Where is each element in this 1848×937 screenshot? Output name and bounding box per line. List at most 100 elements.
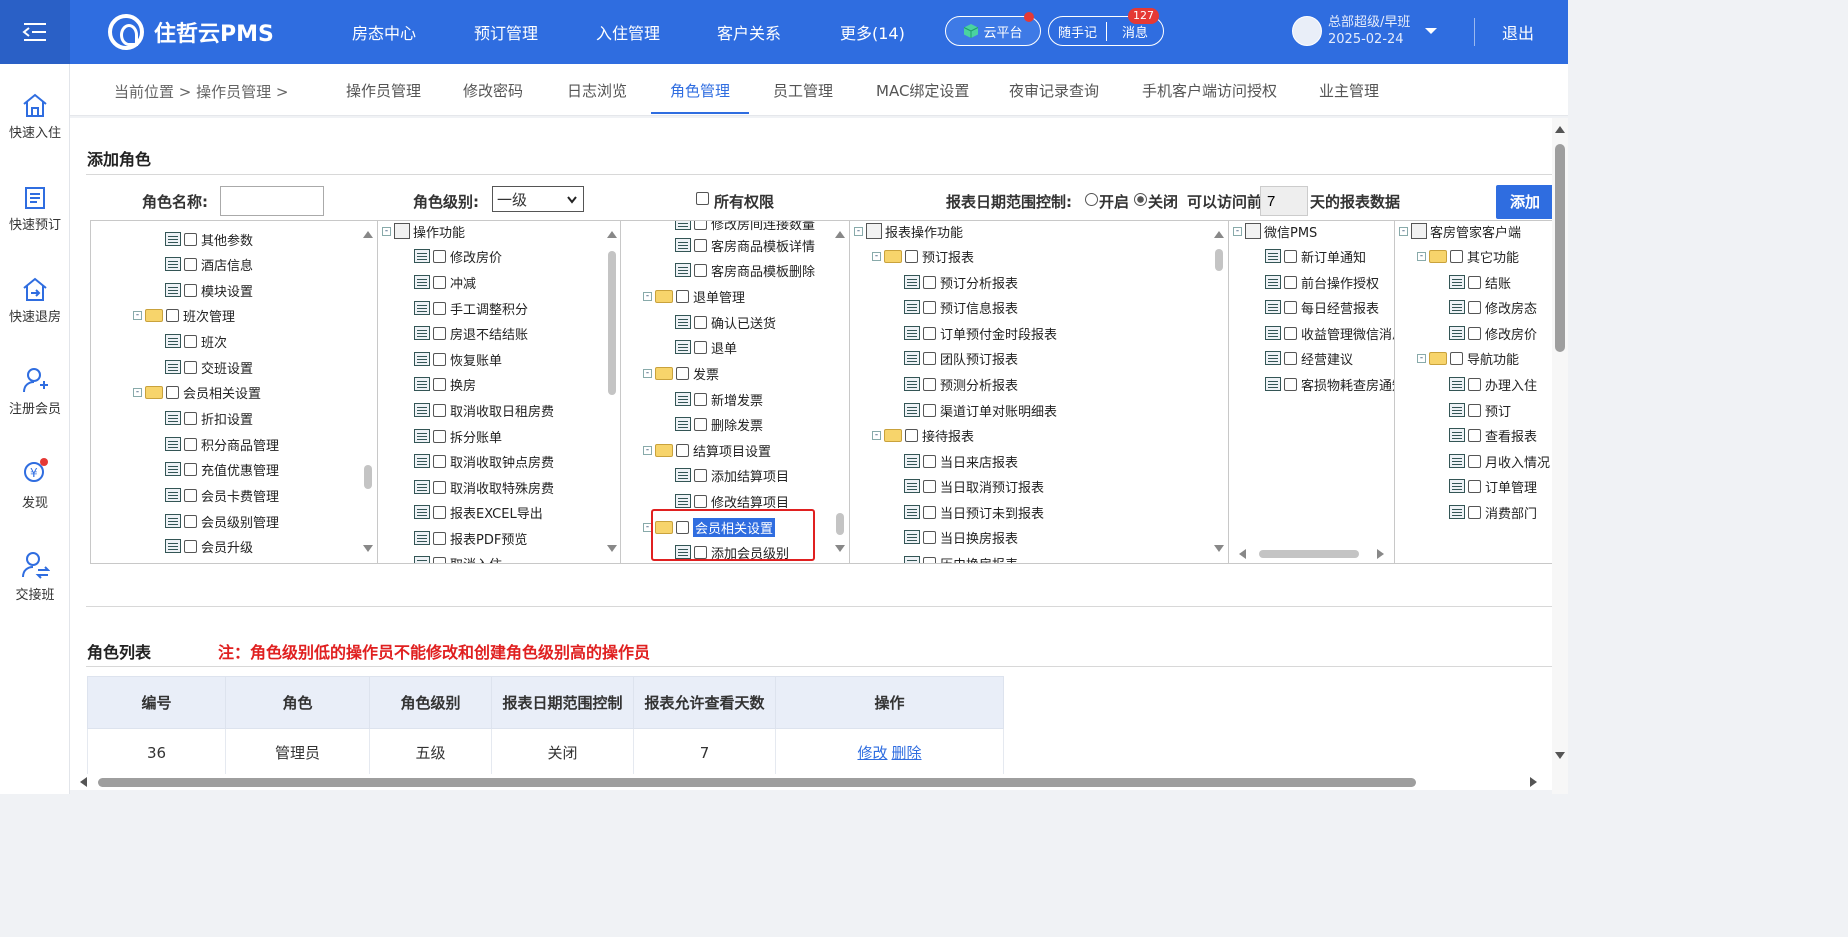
- tree-folder[interactable]: - 班次管理: [133, 305, 235, 325]
- nav-room-status[interactable]: 房态中心: [352, 0, 416, 64]
- tree-root[interactable]: - 报表操作功能: [854, 221, 963, 241]
- tree-node[interactable]: 团队预订报表: [904, 348, 1018, 368]
- tab-owner-mgmt[interactable]: 业主管理: [1319, 80, 1379, 101]
- tree-node[interactable]: 修改房态: [1449, 297, 1537, 317]
- tree-node[interactable]: 报表EXCEL导出: [414, 502, 543, 522]
- tree-node[interactable]: 历史换房报表: [904, 553, 1018, 563]
- tree-node[interactable]: 积分商品管理: [165, 434, 279, 454]
- message-button[interactable]: 消息: [1107, 22, 1163, 41]
- nav-more[interactable]: 更多(14): [840, 0, 905, 64]
- tree-scrollbar[interactable]: [361, 221, 375, 563]
- menu-toggle-icon[interactable]: [0, 0, 70, 64]
- tree-node[interactable]: 当日来店报表: [904, 451, 1018, 471]
- edit-link[interactable]: 修改: [857, 744, 887, 762]
- tree-folder[interactable]: - 会员相关设置: [133, 382, 261, 402]
- user-menu[interactable]: 总部超级/早班 2025-02-24: [1292, 14, 1438, 48]
- tree-node[interactable]: 酒店信息: [165, 254, 253, 274]
- tree-node[interactable]: 经营建议: [1265, 348, 1353, 368]
- tree-node[interactable]: 当日预订未到报表: [904, 502, 1044, 522]
- tree-folder[interactable]: - 接待报表: [872, 425, 974, 445]
- tree-node[interactable]: 办理入住: [1449, 374, 1537, 394]
- nav-customer[interactable]: 客户关系: [717, 0, 781, 64]
- tree-node[interactable]: 模块设置: [165, 280, 253, 300]
- tab-mac-binding[interactable]: MAC绑定设置: [876, 80, 969, 101]
- tree-node[interactable]: 收益管理微信消息: [1265, 323, 1394, 343]
- add-role-button[interactable]: 添加角色: [1496, 185, 1552, 245]
- tree-node[interactable]: 恢复账单: [414, 349, 502, 369]
- tree-node[interactable]: 房退不结结账: [414, 323, 528, 343]
- tree-node[interactable]: 手工调整积分: [414, 298, 528, 318]
- logout-button[interactable]: 退出: [1502, 20, 1534, 44]
- tree-node[interactable]: 取消入住: [414, 553, 502, 563]
- quick-note-button[interactable]: 随手记: [1049, 21, 1107, 41]
- tree-node[interactable]: 会员卡费管理: [165, 485, 279, 505]
- tree-folder[interactable]: - 预订报表: [872, 246, 974, 266]
- tab-role-mgmt[interactable]: 角色管理: [670, 80, 730, 101]
- tree-folder[interactable]: - 结算项目设置: [643, 440, 771, 460]
- tree-node[interactable]: 修改房价: [1449, 323, 1537, 343]
- tree-node[interactable]: 订单预付金时段报表: [904, 323, 1057, 343]
- tree-node[interactable]: 冲减: [414, 272, 476, 292]
- tree-folder[interactable]: - 导航功能: [1417, 348, 1519, 368]
- app-logo[interactable]: 住哲云PMS: [108, 14, 274, 50]
- tree-node[interactable]: 修改结算项目: [675, 491, 789, 511]
- tree-node[interactable]: 取消收取钟点房费: [414, 451, 554, 471]
- tree-node[interactable]: 取消收取特殊房费: [414, 477, 554, 497]
- tab-change-password[interactable]: 修改密码: [463, 80, 523, 101]
- tree-node[interactable]: 预订: [1449, 400, 1511, 420]
- tree-node[interactable]: 查看报表: [1449, 425, 1537, 445]
- tree-node[interactable]: 会员级别管理: [165, 511, 279, 531]
- tree-node[interactable]: 充值优惠管理: [165, 459, 279, 479]
- role-name-input[interactable]: [220, 186, 324, 216]
- tree-node[interactable]: 取消收取日租房费: [414, 400, 554, 420]
- role-level-select[interactable]: 一级: [492, 186, 584, 212]
- tree-node[interactable]: 渠道订单对账明细表: [904, 400, 1057, 420]
- tree-node[interactable]: 客损物耗查房通知: [1265, 374, 1394, 394]
- delete-link[interactable]: 删除: [892, 744, 922, 762]
- tree-node[interactable]: 客房商品模板详情: [675, 235, 815, 255]
- tree-node[interactable]: 其他参数: [165, 229, 253, 249]
- tree-node[interactable]: 预订分析报表: [904, 272, 1018, 292]
- tree-node[interactable]: 退单: [675, 337, 737, 357]
- tree-scrollbar[interactable]: [833, 221, 847, 563]
- tree-node[interactable]: 确认已送货: [675, 312, 776, 332]
- tree-root[interactable]: - 微信PMS: [1233, 221, 1317, 241]
- sidebar-item-discover[interactable]: ¥ 发现: [0, 458, 70, 511]
- tab-night-audit[interactable]: 夜审记录查询: [1009, 80, 1099, 101]
- tree-node[interactable]: 每日经营报表: [1265, 297, 1379, 317]
- tree-scrollbar[interactable]: [605, 221, 619, 563]
- nav-reservation[interactable]: 预订管理: [474, 0, 538, 64]
- tree-node[interactable]: 客房商品模板删除: [675, 260, 815, 280]
- tree-node[interactable]: 添加结算项目: [675, 465, 789, 485]
- tree-node[interactable]: 换房: [414, 374, 476, 394]
- tree-node[interactable]: 当日换房报表: [904, 527, 1018, 547]
- sidebar-item-quick-booking[interactable]: 快速预订: [0, 184, 70, 233]
- tree-node[interactable]: 班次: [165, 331, 227, 351]
- tree-node[interactable]: 预测分析报表: [904, 374, 1018, 394]
- tab-staff-mgmt[interactable]: 员工管理: [773, 80, 833, 101]
- tree-h-scrollbar[interactable]: [1237, 547, 1387, 561]
- tree-node[interactable]: 交班设置: [165, 357, 253, 377]
- sidebar-item-shift-handover[interactable]: 交接班: [0, 550, 70, 603]
- tree-node[interactable]: 新订单通知: [1265, 246, 1366, 266]
- tab-log-browse[interactable]: 日志浏览: [567, 80, 627, 101]
- tab-mobile-auth[interactable]: 手机客户端访问授权: [1142, 80, 1277, 101]
- tree-node[interactable]: 前台操作授权: [1265, 272, 1379, 292]
- tree-node[interactable]: 拆分账单: [414, 426, 502, 446]
- tree-folder[interactable]: - 其它功能: [1417, 246, 1519, 266]
- tab-operator-mgmt[interactable]: 操作员管理: [346, 80, 421, 101]
- tree-node[interactable]: 结账: [1449, 272, 1511, 292]
- tree-node[interactable]: 修改房价: [414, 246, 502, 266]
- tree-node[interactable]: 删除发票: [675, 414, 763, 434]
- page-h-scrollbar[interactable]: [70, 774, 1552, 790]
- nav-checkin[interactable]: 入住管理: [596, 0, 660, 64]
- radio-on[interactable]: [1085, 193, 1098, 206]
- tree-node[interactable]: 会员升级: [165, 536, 253, 556]
- tree-node[interactable]: 订单管理: [1449, 476, 1537, 496]
- radio-off[interactable]: [1134, 193, 1147, 206]
- tree-node[interactable]: 消费部门: [1449, 502, 1537, 522]
- sidebar-item-quick-checkout[interactable]: 快速退房: [0, 276, 70, 325]
- tree-root[interactable]: - 客房管家客户端: [1399, 221, 1521, 241]
- tree-node[interactable]: 折扣设置: [165, 408, 253, 428]
- all-permissions-checkbox[interactable]: [696, 192, 709, 205]
